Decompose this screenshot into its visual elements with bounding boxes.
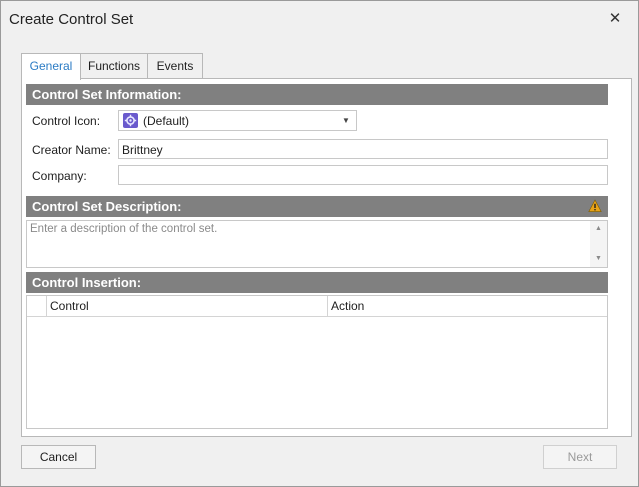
control-insertion-header: Control Insertion: — [26, 272, 608, 293]
next-button[interactable]: Next — [543, 445, 617, 469]
gear-icon — [123, 113, 138, 128]
tab-events[interactable]: Events — [147, 53, 203, 79]
warning-icon — [588, 199, 602, 212]
control-set-description-header: Control Set Description: — [26, 196, 608, 217]
chevron-down-icon[interactable]: ▼ — [339, 111, 353, 130]
row-indicator-header — [27, 296, 47, 316]
title-bar: Create Control Set ✕ — [1, 1, 638, 39]
description-scrollbar[interactable]: ▲ ▼ — [590, 221, 607, 267]
company-label: Company: — [32, 169, 87, 183]
description-textarea[interactable]: Enter a description of the control set. … — [26, 220, 608, 268]
scroll-down-icon[interactable]: ▼ — [590, 253, 607, 265]
tab-general[interactable]: General — [21, 53, 81, 80]
control-set-information-header: Control Set Information: — [26, 84, 608, 105]
description-placeholder: Enter a description of the control set. — [30, 223, 218, 235]
grid-header-row: Control Action — [27, 296, 607, 317]
cancel-button[interactable]: Cancel — [21, 445, 96, 469]
close-icon[interactable]: ✕ — [606, 10, 624, 28]
control-icon-value: (Default) — [143, 114, 190, 128]
dialog-title: Create Control Set — [9, 11, 134, 28]
creator-name-field[interactable]: Brittney — [118, 139, 608, 159]
column-header-control[interactable]: Control — [47, 296, 328, 316]
tab-functions[interactable]: Functions — [80, 53, 148, 79]
control-icon-label: Control Icon: — [32, 114, 101, 128]
column-header-action[interactable]: Action — [328, 296, 607, 316]
company-field[interactable] — [118, 165, 608, 185]
create-control-set-dialog: Create Control Set ✕ General Functions E… — [0, 0, 639, 487]
control-insertion-grid[interactable]: Control Action — [26, 295, 608, 429]
description-header-text: Control Set Description: — [32, 199, 182, 214]
creator-name-label: Creator Name: — [32, 143, 111, 157]
scroll-up-icon[interactable]: ▲ — [590, 223, 607, 235]
control-icon-dropdown[interactable]: (Default) ▼ — [118, 110, 357, 131]
